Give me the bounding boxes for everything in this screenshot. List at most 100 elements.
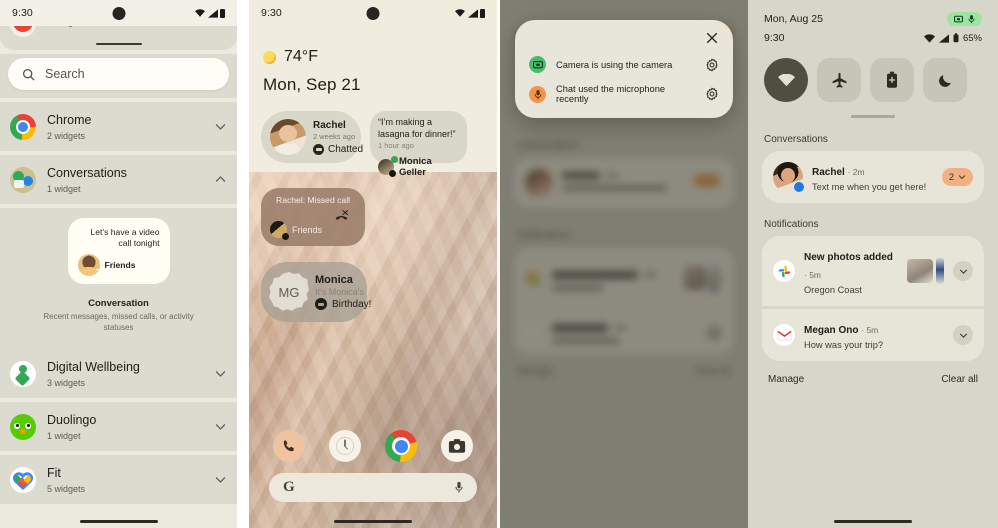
widget-row-digital-wellbeing[interactable]: Digital Wellbeing 3 widgets (0, 349, 237, 398)
widget-row-duolingo[interactable]: Duolingo 1 widget (0, 402, 237, 451)
signal-icon (467, 8, 478, 18)
conversation-chip-monica[interactable]: “I’m making a lasagna for dinner!” 1 hou… (370, 111, 467, 178)
chevron-down-icon[interactable] (214, 120, 227, 133)
widget-picker-sheet: 1 widget 2 widgets Chrome 2 widg (0, 26, 237, 528)
notification-title-text: New photos added (804, 252, 893, 263)
gmail-icon (773, 324, 795, 346)
close-icon[interactable] (705, 31, 719, 45)
notification-body: Megan Ono · 5m How was your trip? (804, 320, 944, 350)
widget-row-partial[interactable]: 1 widget (0, 26, 237, 50)
home-indicator[interactable] (334, 520, 412, 523)
chevron-down-icon[interactable] (214, 367, 227, 380)
widget-row-conversations[interactable]: Conversations 1 widget (0, 155, 237, 204)
conversation-chip-rachel[interactable]: Rachel 2 weeks ago Chatted (261, 111, 363, 163)
gear-icon[interactable] (705, 57, 719, 72)
phone-icon[interactable] (273, 430, 305, 462)
notification-thumbnails[interactable] (907, 258, 944, 284)
mic-icon[interactable] (455, 481, 463, 494)
gear-icon[interactable] (705, 87, 719, 101)
photo-thumbnail (936, 258, 944, 284)
signal-icon (207, 8, 218, 18)
widget-row-chrome[interactable]: Chrome 2 widgets (0, 102, 237, 151)
widget-row-title: Chrome (47, 113, 92, 127)
widget-row-fit[interactable]: Fit 5 widgets (0, 455, 237, 504)
clock-icon[interactable] (329, 430, 361, 462)
status-icons (195, 8, 225, 18)
status-time: 9:30 (261, 7, 282, 19)
preview-subtitle: Recent messages, missed calls, or activi… (43, 312, 194, 332)
clear-all-button[interactable]: Clear all (941, 374, 978, 385)
notification-text: Text me when you get here! (812, 182, 927, 192)
camera-icon[interactable] (441, 430, 473, 462)
mic-icon (529, 85, 546, 103)
widget-row-text: Chrome 2 widgets (47, 111, 214, 142)
chevron-down-icon (958, 175, 966, 180)
shade-footer: Manage Clear all (748, 361, 998, 385)
widget-row-subtitle: 1 widget (47, 184, 81, 194)
expand-button[interactable] (953, 261, 973, 281)
dark-theme-tile[interactable] (923, 58, 967, 102)
chip-quote-text: “I’m making a lasagna for dinner!” (378, 117, 456, 139)
weather-widget[interactable]: 74°F (249, 26, 497, 66)
wifi-tile[interactable] (764, 58, 808, 102)
widget-row-text: Digital Wellbeing 3 widgets (47, 358, 214, 389)
chevron-down-icon[interactable] (214, 420, 227, 433)
airplane-tile[interactable] (817, 58, 861, 102)
privacy-item-camera[interactable]: Camera is using the camera (529, 56, 719, 73)
chrome-icon (10, 113, 36, 140)
bubble-text: Monica It's Monica's Birthday! (315, 274, 371, 310)
avatar-initials: MG (269, 272, 309, 311)
notification-new-photos[interactable]: New photos added · 5m Oregon Coast (762, 236, 984, 306)
chevron-down-icon (959, 269, 967, 274)
missed-call-icon (335, 210, 349, 220)
fit-icon (10, 466, 36, 493)
widget-row-text: Duolingo 1 widget (47, 411, 214, 442)
app-badge-icon (92, 269, 100, 276)
widget-row-title: Digital Wellbeing (47, 360, 140, 374)
conversation-widget-card[interactable]: Let's have a video call tonight Friends (67, 218, 170, 284)
widget-preview-conversation[interactable]: Let's have a video call tonight Friends … (0, 208, 237, 349)
bubble-icon (313, 143, 324, 155)
home-indicator[interactable] (79, 520, 158, 523)
bubble-missed-call[interactable]: Rachel: Missed call Friends (261, 188, 365, 246)
shade-header-row-2: 9:30 65% (764, 32, 982, 44)
notification-text: How was your trip? (804, 340, 884, 350)
wifi-icon (923, 33, 935, 43)
expand-button[interactable] (953, 325, 973, 345)
bubble-monica[interactable]: MG Monica It's Monica's Birthday! (261, 262, 371, 322)
sheet-drag-handle[interactable] (95, 42, 142, 45)
manage-button[interactable]: Manage (768, 374, 804, 385)
privacy-indicator-pill[interactable] (947, 12, 982, 26)
wifi-icon (455, 9, 465, 17)
chevron-up-icon[interactable] (214, 173, 227, 186)
bubble-title: Rachel: Missed call (275, 195, 351, 205)
bubble-name: Monica (315, 274, 353, 286)
badge-count: 2 (948, 172, 954, 182)
chip-name: Rachel (313, 119, 346, 131)
shade-time: 9:30 (764, 32, 785, 44)
notification-body: New photos added · 5m Oregon Coast (804, 247, 898, 295)
online-status-icon (391, 155, 398, 163)
panel-home-screen: 9:30 74°F Mon, Sep 21 Rachel 2 weeks ago… (249, 0, 497, 528)
widget-row-title: Duolingo (47, 413, 97, 427)
notification-count-badge[interactable]: 2 (941, 168, 973, 186)
privacy-item-microphone[interactable]: Chat used the microphone recently (529, 84, 719, 104)
status-bar: 9:30 (0, 0, 237, 26)
chrome-icon[interactable] (385, 430, 417, 462)
google-g-icon: G (283, 479, 295, 495)
status-time: 9:30 (12, 7, 33, 19)
section-label-conversations: Conversations (764, 134, 828, 145)
home-indicator[interactable] (834, 520, 912, 523)
battery-saver-tile[interactable] (870, 58, 914, 102)
notification-conversation-rachel[interactable]: Rachel · 2m Text me when you get here! 2 (762, 151, 984, 203)
notification-time: · 2m (847, 167, 865, 177)
notification-ago: 5m (866, 325, 879, 335)
notification-ago: 2m (852, 167, 865, 177)
notification-megan-ono[interactable]: Megan Ono · 5m How was your trip? (762, 309, 984, 361)
chevron-down-icon[interactable] (214, 473, 227, 486)
moon-icon (938, 74, 951, 87)
airplane-icon (832, 72, 846, 88)
google-search-bar[interactable]: G (269, 473, 477, 502)
search-input[interactable]: Search (8, 58, 229, 90)
bubble-line3: Birthday! (332, 298, 372, 310)
